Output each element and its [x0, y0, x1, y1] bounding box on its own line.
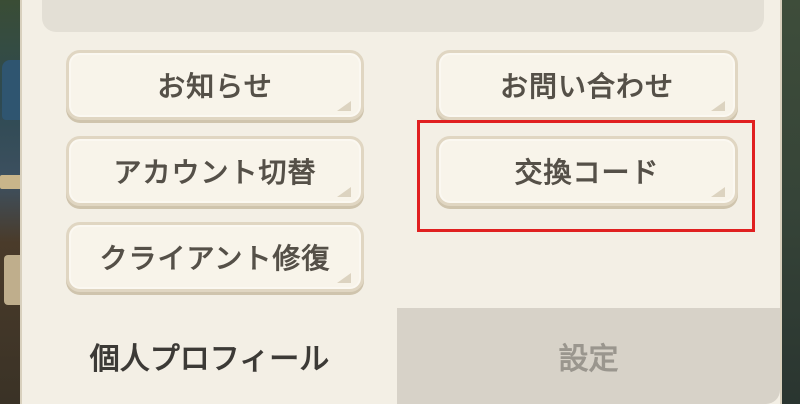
tab-settings-label: 設定 — [558, 342, 619, 377]
client-repair-button[interactable]: クライアント修復 — [66, 222, 364, 292]
notice-button-label: お知らせ — [157, 70, 273, 103]
button-corner-decoration — [337, 273, 351, 283]
button-corner-decoration — [337, 101, 351, 111]
bottom-tab-bar: 個人プロフィール 設定 — [22, 308, 780, 404]
account-switch-button[interactable]: アカウント切替 — [66, 136, 364, 206]
panel-top-inset — [42, 0, 764, 32]
tab-settings[interactable]: 設定 — [397, 308, 780, 404]
tab-profile-label: 個人プロフィール — [89, 342, 330, 377]
account-switch-button-label: アカウント切替 — [113, 156, 317, 189]
contact-button-label: お問い合わせ — [499, 70, 674, 103]
contact-button[interactable]: お問い合わせ — [436, 50, 738, 120]
button-corner-decoration — [711, 101, 725, 111]
tab-profile[interactable]: 個人プロフィール — [22, 308, 397, 404]
notice-button[interactable]: お知らせ — [66, 50, 364, 120]
highlight-box — [417, 120, 755, 232]
client-repair-button-label: クライアント修復 — [99, 242, 331, 275]
button-corner-decoration — [337, 187, 351, 197]
